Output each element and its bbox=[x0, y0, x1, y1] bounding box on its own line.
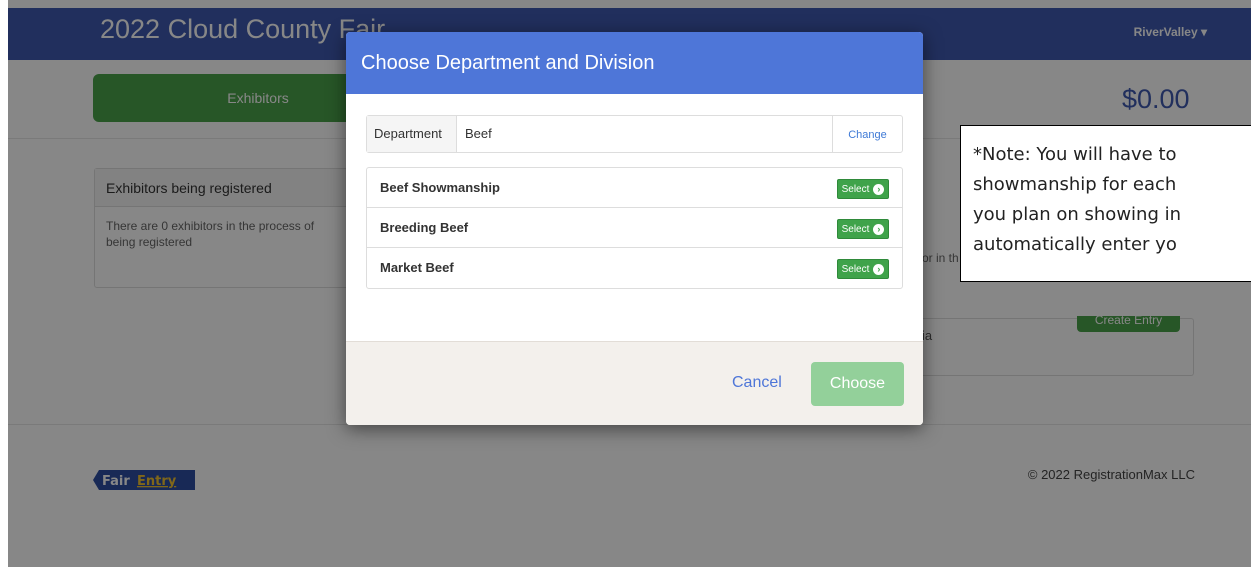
left-margin bbox=[0, 0, 8, 567]
arrow-right-circle-icon: › bbox=[873, 223, 885, 235]
cancel-button[interactable]: Cancel bbox=[732, 374, 782, 392]
division-name: Beef Showmanship bbox=[380, 180, 500, 195]
division-item: Market Beef Select › bbox=[367, 248, 902, 288]
note-callout: *Note: You will have to showmanship for … bbox=[960, 125, 1251, 282]
modal-body: Department Beef Change Beef Showmanship … bbox=[346, 94, 923, 310]
select-label: Select bbox=[841, 263, 870, 275]
division-list: Beef Showmanship Select › Breeding Beef … bbox=[366, 167, 903, 289]
modal-title: Choose Department and Division bbox=[361, 52, 655, 74]
change-department-link[interactable]: Change bbox=[832, 116, 902, 152]
arrow-right-circle-icon: › bbox=[873, 263, 885, 275]
modal-header: Choose Department and Division bbox=[346, 32, 923, 94]
modal-footer: Cancel Choose bbox=[346, 341, 923, 425]
select-division-button[interactable]: Select › bbox=[837, 179, 889, 199]
division-item: Breeding Beef Select › bbox=[367, 208, 902, 248]
department-label: Department bbox=[367, 116, 457, 152]
select-division-button[interactable]: Select › bbox=[837, 219, 889, 239]
choose-department-modal: Choose Department and Division Departmen… bbox=[346, 32, 923, 425]
select-division-button[interactable]: Select › bbox=[837, 259, 889, 279]
select-label: Select bbox=[841, 223, 870, 235]
division-name: Breeding Beef bbox=[380, 220, 469, 235]
note-text: *Note: You will have to showmanship for … bbox=[973, 144, 1182, 255]
division-item: Beef Showmanship Select › bbox=[367, 168, 902, 208]
select-label: Select bbox=[841, 183, 870, 195]
choose-button[interactable]: Choose bbox=[811, 362, 904, 406]
department-value: Beef bbox=[465, 126, 492, 141]
department-row: Department Beef Change bbox=[366, 115, 903, 153]
division-name: Market Beef bbox=[380, 260, 454, 275]
arrow-right-circle-icon: › bbox=[873, 183, 885, 195]
